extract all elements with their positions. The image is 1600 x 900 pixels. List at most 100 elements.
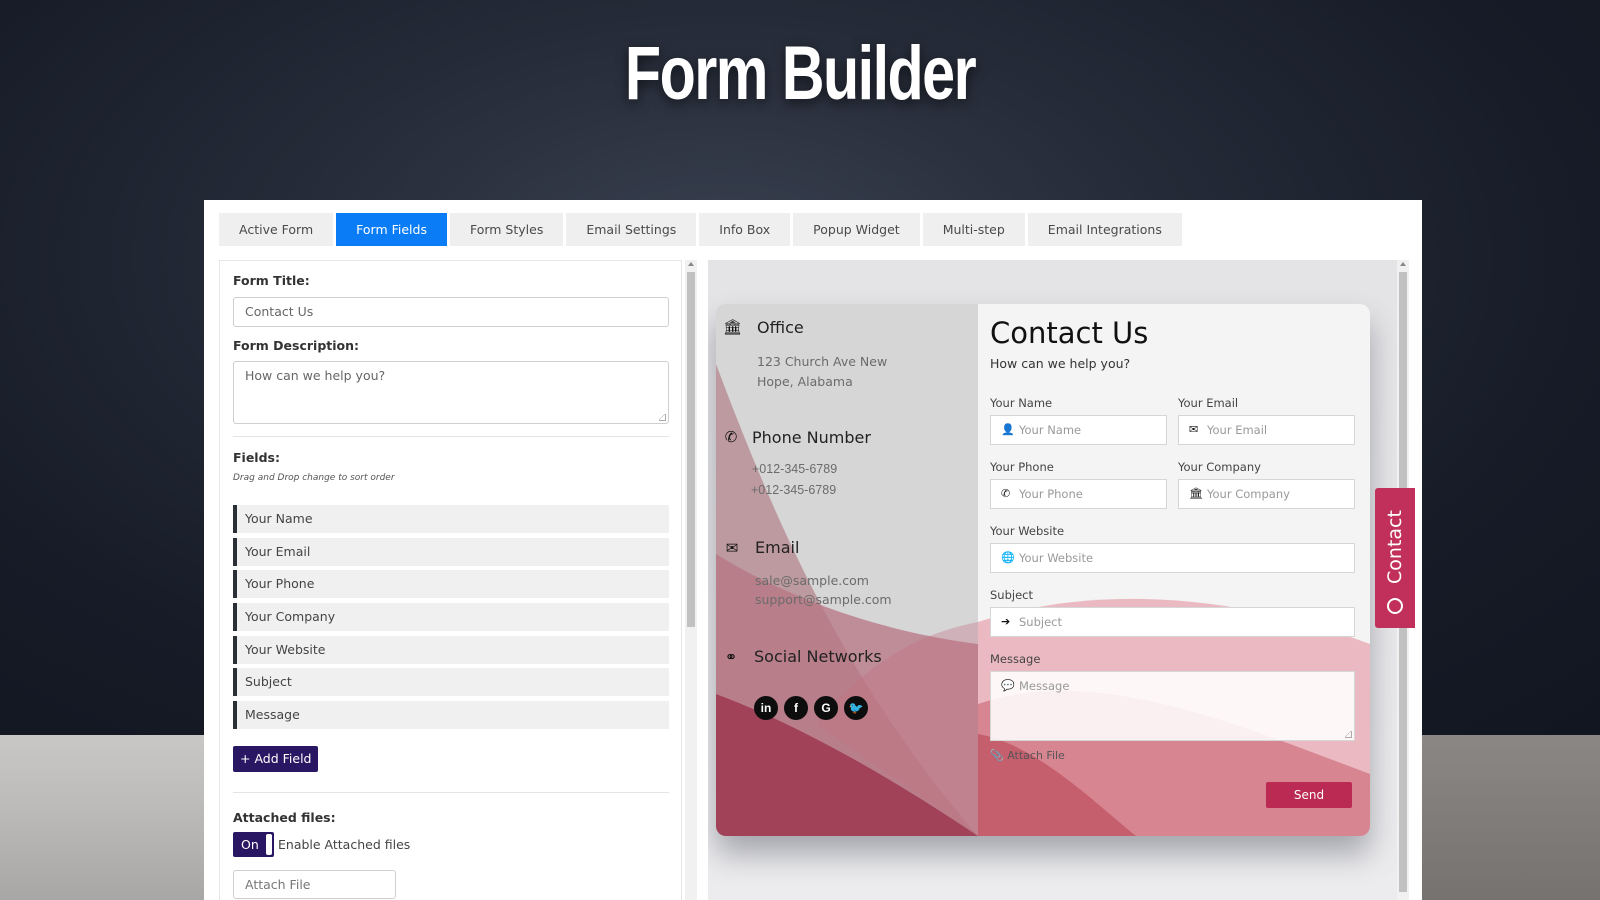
phone-placeholder: Your Phone xyxy=(1019,487,1083,501)
office-line-1: 123 Church Ave New xyxy=(757,354,888,369)
field-item-your-phone[interactable]: Your Phone xyxy=(233,570,669,599)
email-heading: Email xyxy=(755,538,800,557)
tab-email-settings[interactable]: Email Settings xyxy=(566,213,697,246)
globe-icon: 🌐 xyxy=(1001,551,1015,564)
tab-active-form[interactable]: Active Form xyxy=(219,213,334,246)
company-placeholder: Your Company xyxy=(1207,487,1290,501)
contact-form-description: How can we help you? xyxy=(990,356,1131,371)
field-item-your-company[interactable]: Your Company xyxy=(233,603,669,632)
divider xyxy=(233,436,669,437)
form-title-label: Form Title: xyxy=(233,273,310,288)
attach-file-input[interactable]: Attach File xyxy=(233,870,396,899)
contact-form-title: Contact Us xyxy=(990,316,1149,350)
office-heading: Office xyxy=(757,318,804,337)
scroll-up-icon[interactable] xyxy=(1400,262,1406,266)
website-placeholder: Your Website xyxy=(1019,551,1094,565)
toggle-knob xyxy=(266,834,272,855)
tab-info-box[interactable]: Info Box xyxy=(699,213,791,246)
fields-label: Fields: xyxy=(233,450,280,465)
toggle-state-label: On xyxy=(241,837,259,852)
social-heading: Social Networks xyxy=(754,647,882,666)
form-title-input[interactable]: Contact Us xyxy=(233,297,669,327)
settings-panel: Form Title: Contact Us Form Description:… xyxy=(219,260,682,900)
name-label: Your Name xyxy=(990,396,1053,410)
attach-file-link[interactable]: 📎 Attach File xyxy=(990,749,1065,762)
company-input[interactable]: 🏛 Your Company xyxy=(1178,479,1355,509)
linkedin-icon[interactable]: in xyxy=(754,696,778,720)
message-label: Message xyxy=(990,652,1041,666)
email-label: Your Email xyxy=(1178,396,1239,410)
page-title: Form Builder xyxy=(624,31,977,116)
phone-icon: ✆ xyxy=(1001,487,1011,500)
twitter-icon[interactable]: 🐦 xyxy=(844,696,868,720)
envelope-icon: ✉ xyxy=(725,539,739,557)
message-textarea[interactable]: 💬 Message xyxy=(990,671,1355,741)
contact-form: Contact Us How can we help you? Your Nam… xyxy=(978,304,1370,836)
office-line-2: Hope, Alabama xyxy=(757,374,853,389)
background-floor-right xyxy=(1422,735,1600,900)
scroll-up-icon[interactable] xyxy=(688,262,694,266)
email-line-1: sale@sample.com xyxy=(755,573,869,588)
contact-widget-tab[interactable]: Contact xyxy=(1375,488,1415,628)
form-builder-app: Active Form Form Fields Form Styles Emai… xyxy=(204,200,1422,900)
tab-form-fields[interactable]: Form Fields xyxy=(336,213,447,246)
website-input[interactable]: 🌐 Your Website xyxy=(990,543,1355,573)
form-preview: 🏛 Office 123 Church Ave New Hope, Alabam… xyxy=(708,260,1397,900)
subject-placeholder: Subject xyxy=(1019,615,1062,629)
phone-line-1: +012-345-6789 xyxy=(752,462,838,476)
resize-handle[interactable] xyxy=(659,414,666,421)
bank-icon: 🏛 xyxy=(723,318,743,336)
phone-icon: ✆ xyxy=(724,428,738,446)
attached-files-label: Attached files: xyxy=(233,810,336,825)
send-button[interactable]: Send xyxy=(1266,782,1352,808)
field-item-your-website[interactable]: Your Website xyxy=(233,635,669,664)
field-item-subject[interactable]: Subject xyxy=(233,668,669,697)
chat-icon xyxy=(1387,598,1403,614)
phone-label: Your Phone xyxy=(990,460,1054,474)
field-item-your-name[interactable]: Your Name xyxy=(233,505,669,533)
website-label: Your Website xyxy=(990,524,1065,538)
email-line-2: support@sample.com xyxy=(755,592,892,607)
form-description-textarea[interactable]: How can we help you? xyxy=(233,361,669,424)
scrollbar-thumb[interactable] xyxy=(687,272,695,627)
comment-icon: 💬 xyxy=(1001,679,1015,692)
arrow-right-icon: ➔ xyxy=(1001,615,1011,628)
message-placeholder: Message xyxy=(1019,679,1070,693)
resize-handle[interactable] xyxy=(1345,731,1352,738)
subject-input[interactable]: ➔ Subject xyxy=(990,607,1355,637)
email-input[interactable]: ✉ Your Email xyxy=(1178,415,1355,445)
info-box: 🏛 Office 123 Church Ave New Hope, Alabam… xyxy=(716,304,978,836)
email-placeholder: Your Email xyxy=(1207,423,1268,437)
tab-email-integrations[interactable]: Email Integrations xyxy=(1027,213,1182,246)
subject-label: Subject xyxy=(990,588,1033,602)
social-links: in f G 🐦 xyxy=(754,696,868,720)
divider xyxy=(233,792,669,793)
google-icon[interactable]: G xyxy=(814,696,838,720)
user-icon: 👤 xyxy=(1001,423,1015,436)
settings-scrollbar[interactable] xyxy=(685,260,697,900)
contact-form-card: 🏛 Office 123 Church Ave New Hope, Alabam… xyxy=(716,304,1370,836)
contact-widget-label: Contact xyxy=(1384,510,1406,584)
phone-heading: Phone Number xyxy=(752,428,871,447)
link-icon: ⚭ xyxy=(724,648,738,666)
fields-hint: Drag and Drop change to sort order xyxy=(233,473,395,483)
form-description-label: Form Description: xyxy=(233,338,360,353)
bank-icon: 🏛 xyxy=(1189,487,1203,500)
form-description-value: How can we help you? xyxy=(245,368,386,383)
company-label: Your Company xyxy=(1178,460,1261,474)
facebook-icon[interactable]: f xyxy=(784,696,808,720)
envelope-icon: ✉ xyxy=(1189,423,1199,436)
field-item-message[interactable]: Message xyxy=(233,701,669,730)
add-field-button[interactable]: + Add Field xyxy=(233,746,319,772)
paperclip-icon: 📎 xyxy=(990,749,1004,762)
attached-files-toggle[interactable]: On xyxy=(233,832,274,857)
tab-multi-step[interactable]: Multi-step xyxy=(922,213,1025,246)
field-item-your-email[interactable]: Your Email xyxy=(233,537,669,566)
tab-form-styles[interactable]: Form Styles xyxy=(449,213,564,246)
attach-file-label: Attach File xyxy=(1007,749,1065,762)
tab-bar: Active Form Form Fields Form Styles Emai… xyxy=(219,213,1182,246)
phone-input[interactable]: ✆ Your Phone xyxy=(990,479,1167,509)
tab-popup-widget[interactable]: Popup Widget xyxy=(793,213,920,246)
field-list: Your Name Your Email Your Phone Your Com… xyxy=(233,505,669,734)
name-input[interactable]: 👤 Your Name xyxy=(990,415,1167,445)
